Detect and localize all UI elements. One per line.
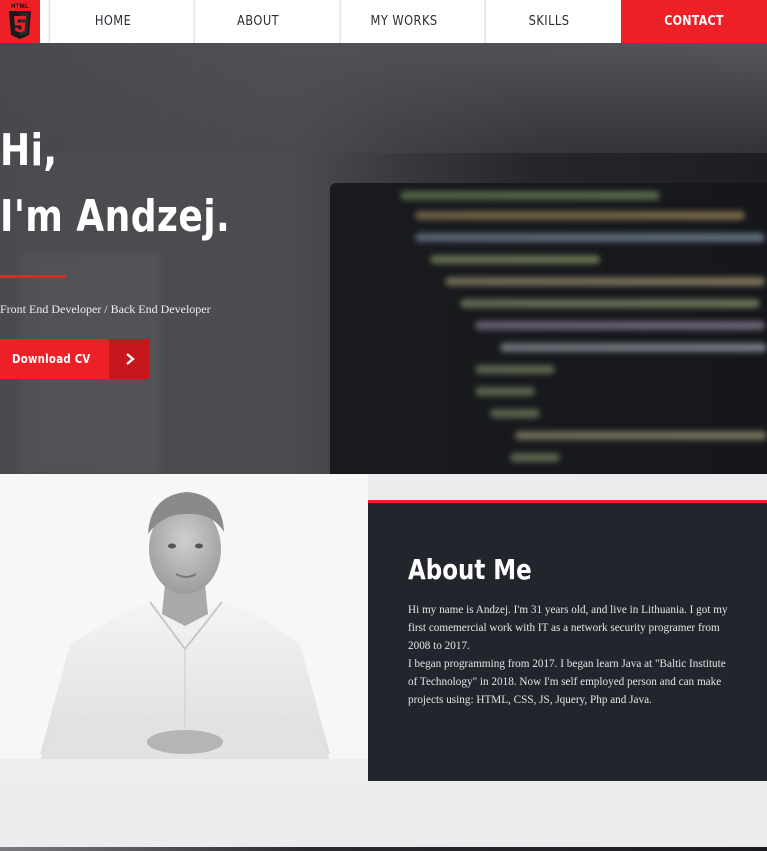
html5-shield-icon — [9, 11, 31, 39]
top-navigation: HTML Home About My works Skills Contact — [0, 0, 767, 43]
download-cv-label: Download CV — [12, 352, 91, 366]
nav-item-my-works[interactable]: My works — [339, 0, 467, 43]
hero-name: I'm Andzej. — [0, 191, 231, 242]
hero-overlay — [0, 43, 767, 474]
nav-item-home[interactable]: Home — [48, 0, 177, 43]
next-section-edge — [0, 847, 767, 851]
hero-subtitle: Front End Developer / Back End Developer — [0, 302, 211, 316]
nav-item-skills[interactable]: Skills — [484, 0, 612, 43]
hero-section: Hi, I'm Andzej. Front End Developer / Ba… — [0, 43, 767, 474]
hero-divider — [0, 275, 66, 278]
nav-item-about[interactable]: About — [193, 0, 322, 43]
profile-photo — [0, 474, 368, 781]
hero-greeting: Hi, — [0, 125, 58, 176]
logo-text: HTML — [11, 4, 29, 10]
about-paragraph: Hi my name is Andzej. I'm 31 years old, … — [408, 604, 728, 652]
html5-logo[interactable]: HTML — [0, 0, 40, 43]
chevron-right-icon — [109, 339, 150, 379]
about-title: About Me — [408, 553, 532, 586]
download-cv-label-box: Download CV — [0, 339, 109, 379]
nav-item-contact[interactable]: Contact — [621, 0, 767, 43]
nav-contact-label: Contact — [664, 14, 724, 29]
about-section: About Me Hi my name is Andzej. I'm 31 ye… — [368, 500, 767, 781]
download-cv-button[interactable]: Download CV — [0, 339, 150, 379]
about-paragraph: I began programming from 2017. I began l… — [408, 658, 726, 706]
section-spacer — [0, 781, 767, 847]
about-text: Hi my name is Andzej. I'm 31 years old, … — [408, 601, 730, 709]
person-portrait-image — [0, 474, 368, 781]
